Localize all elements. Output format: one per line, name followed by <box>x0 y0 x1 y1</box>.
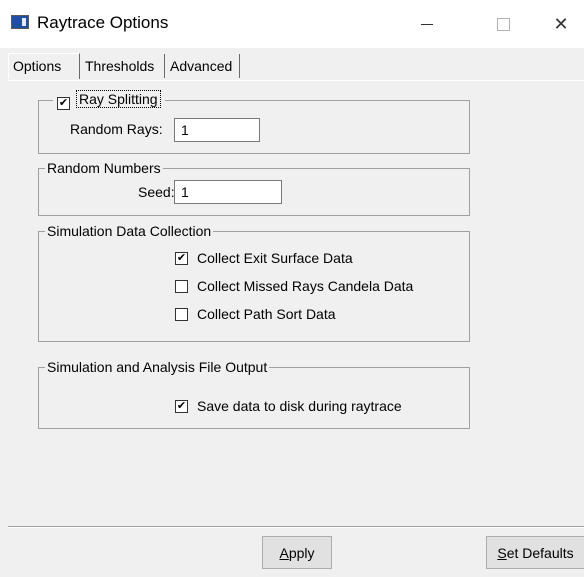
tab-options[interactable]: Options <box>8 53 80 79</box>
ray-splitting-checkbox[interactable]: ✔ <box>57 97 70 110</box>
window-title: Raytrace Options <box>37 13 169 32</box>
ray-splitting-header: ✔ Ray Splitting <box>53 90 165 110</box>
collect-exit-surface-checkbox[interactable]: ✔ <box>175 252 188 265</box>
tab-options-label: Options <box>13 58 62 74</box>
title-bar: Raytrace Options ✕ <box>0 0 584 48</box>
minimize-icon <box>421 23 433 25</box>
collect-exit-surface-label: Collect Exit Surface Data <box>197 250 353 266</box>
tab-thresholds-label: Thresholds <box>85 58 155 74</box>
random-rays-input[interactable]: 1 <box>174 118 260 142</box>
set-defaults-label: et Defaults <box>506 544 574 561</box>
collect-missed-rays-label: Collect Missed Rays Candela Data <box>197 278 414 294</box>
random-numbers-group: Random Numbers Seed: 1 <box>38 160 470 216</box>
tab-advanced[interactable]: Advanced <box>166 54 240 78</box>
apply-mnemonic: A <box>279 544 289 561</box>
collect-path-sort-label: Collect Path Sort Data <box>197 306 336 322</box>
random-numbers-title: Random Numbers <box>45 160 163 176</box>
file-output-title: Simulation and Analysis File Output <box>45 359 270 375</box>
set-defaults-mnemonic: S <box>497 544 507 561</box>
tab-thresholds[interactable]: Thresholds <box>81 54 165 78</box>
collect-path-sort-checkbox[interactable] <box>175 308 188 321</box>
seed-label: Seed: <box>138 184 175 200</box>
save-to-disk-checkbox[interactable]: ✔ <box>175 400 188 413</box>
apply-label: pply <box>288 544 315 561</box>
maximize-button[interactable] <box>480 0 526 48</box>
apply-button[interactable]: Apply <box>262 536 332 569</box>
footer-separator-highlight <box>8 527 584 528</box>
minimize-button[interactable] <box>404 0 450 48</box>
collect-missed-rays-checkbox[interactable] <box>175 280 188 293</box>
file-output-group: Simulation and Analysis File Output ✔ Sa… <box>38 359 470 429</box>
checkmark-icon: ✔ <box>176 400 187 412</box>
tab-advanced-label: Advanced <box>170 58 233 74</box>
ray-splitting-group: ✔ Ray Splitting Random Rays: 1 <box>38 90 470 154</box>
checkmark-icon: ✔ <box>58 97 69 109</box>
app-window-icon <box>11 15 29 29</box>
tab-panel-border <box>8 80 584 81</box>
set-defaults-button[interactable]: Set Defaults <box>486 536 584 569</box>
checkmark-icon: ✔ <box>176 252 187 264</box>
seed-input[interactable]: 1 <box>174 180 282 204</box>
ray-splitting-label: Ray Splitting <box>76 90 161 108</box>
close-button[interactable]: ✕ <box>538 0 584 48</box>
close-icon: ✕ <box>553 13 569 34</box>
data-collection-title: Simulation Data Collection <box>45 223 214 239</box>
random-rays-label: Random Rays: <box>70 121 163 137</box>
maximize-icon <box>496 17 510 31</box>
save-to-disk-label: Save data to disk during raytrace <box>197 398 402 414</box>
simulation-data-collection-group: Simulation Data Collection ✔ Collect Exi… <box>38 223 470 342</box>
